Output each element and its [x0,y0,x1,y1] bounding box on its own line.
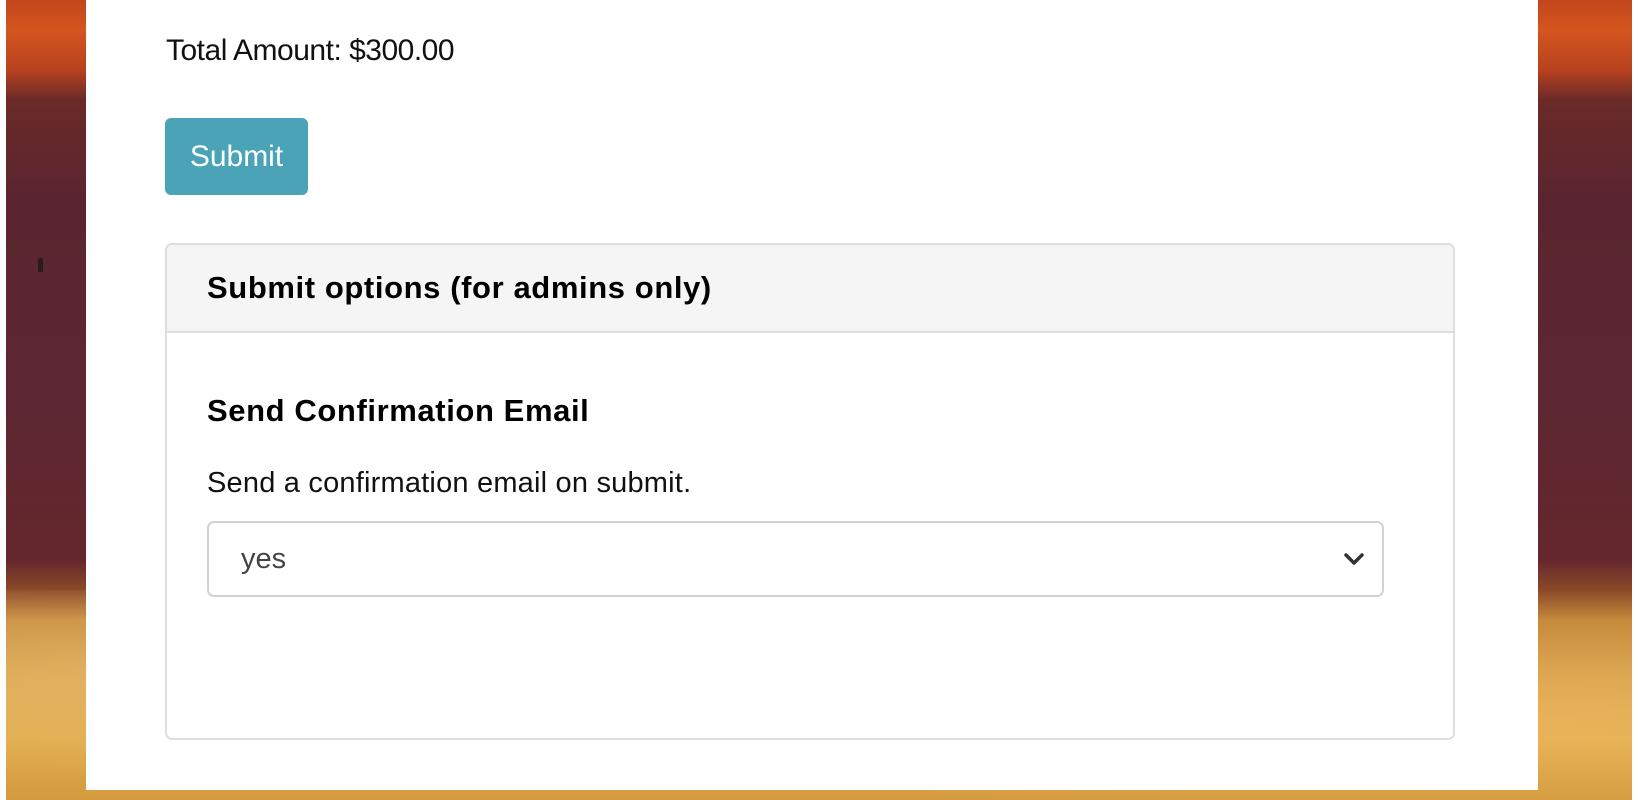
panel-title: Submit options (for admins only) [207,270,712,305]
admin-options-panel: Submit options (for admins only) Send Co… [165,243,1455,740]
total-amount: Total Amount: $300.00 [166,34,455,67]
confirmation-email-select[interactable]: yes [207,521,1384,597]
page: Total Amount: $300.00 Submit Submit opti… [0,0,1638,800]
submit-button[interactable]: Submit [165,118,308,195]
confirmation-email-description: Send a confirmation email on submit. [207,467,692,499]
right-edge [1632,0,1638,800]
select-value: yes [241,542,287,575]
background-buoy [38,258,43,272]
chevron-down-icon [1344,553,1364,565]
panel-header: Submit options (for admins only) [167,245,1453,333]
form-card: Total Amount: $300.00 Submit Submit opti… [86,0,1538,790]
confirmation-email-title: Send Confirmation Email [207,393,590,428]
